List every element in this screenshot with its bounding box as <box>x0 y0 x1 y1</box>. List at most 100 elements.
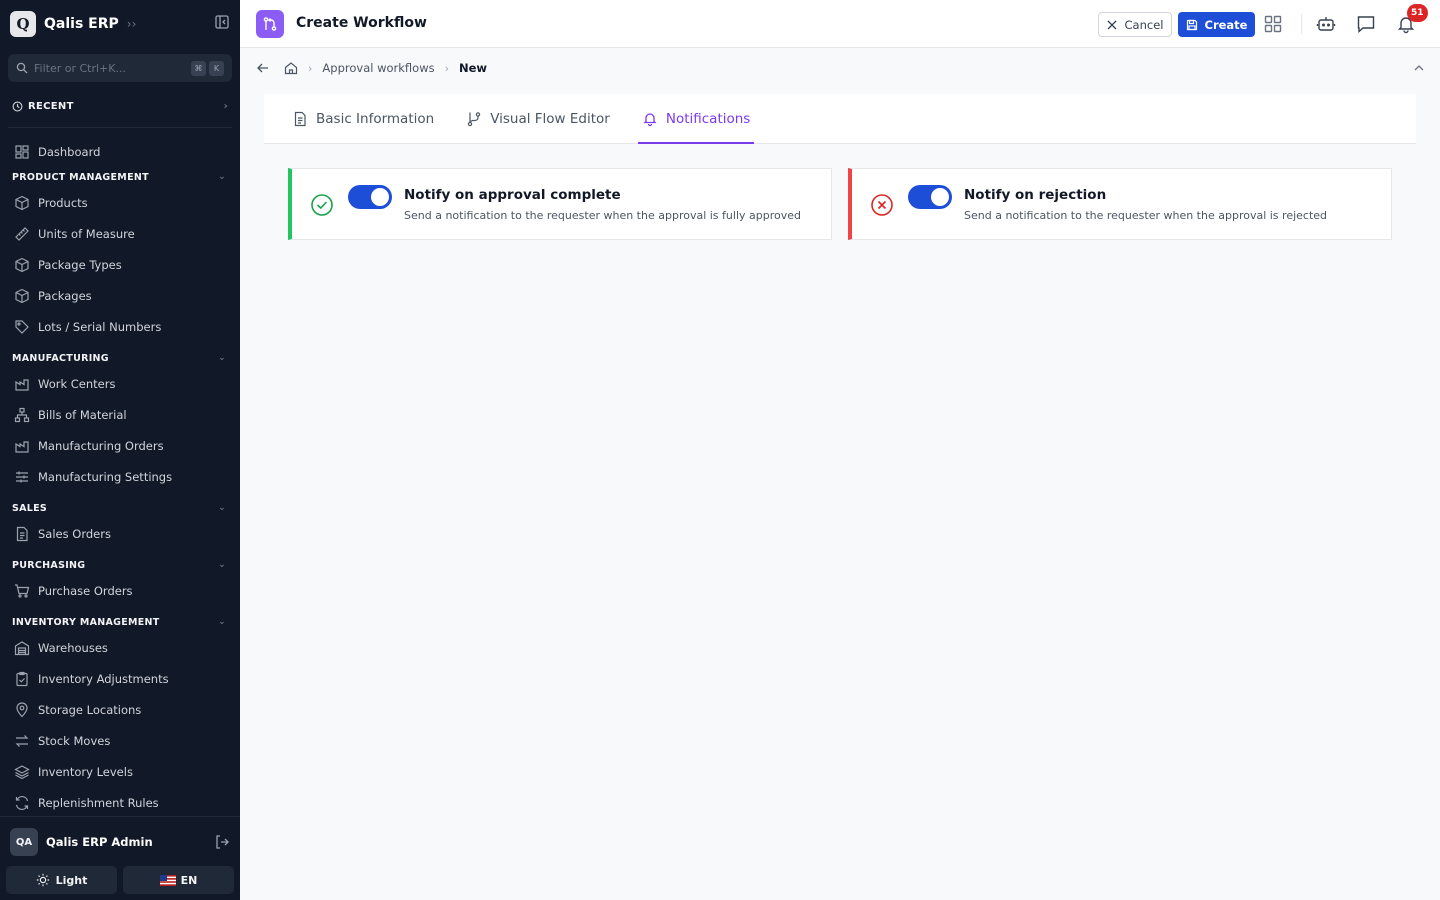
sidebar-item-inventory-adjustments[interactable]: Inventory Adjustments <box>0 663 240 694</box>
sidebar-item-manufacturing-orders[interactable]: Manufacturing Orders <box>0 430 240 461</box>
sidebar-collapse-icon[interactable] <box>214 14 230 30</box>
sidebar-item-work-centers[interactable]: Work Centers <box>0 368 240 399</box>
create-button[interactable]: Create <box>1178 12 1255 37</box>
form-tabs: Basic Information Visual Flow Editor Not… <box>264 94 1416 144</box>
sidebar-item-purchase-orders[interactable]: Purchase Orders <box>0 575 240 606</box>
user-profile[interactable]: QA Qalis ERP Admin <box>10 828 230 856</box>
chevron-up-icon[interactable] <box>1412 61 1426 75</box>
brand-logo: Q <box>10 11 36 37</box>
sidebar-item-label: Replenishment Rules <box>38 795 159 810</box>
sidebar-item-dashboard[interactable]: Dashboard <box>0 136 240 167</box>
recent-label: RECENT <box>28 100 74 112</box>
sidebar-item-label: Sales Orders <box>38 526 111 541</box>
sidebar-item-label: Manufacturing Orders <box>38 438 164 453</box>
sidebar-item-inventory-levels[interactable]: Inventory Levels <box>0 756 240 787</box>
card-title: Notify on rejection <box>964 187 1107 203</box>
notify-rejection-toggle[interactable] <box>908 185 952 209</box>
avatar: QA <box>10 828 38 856</box>
factory-icon <box>15 378 29 391</box>
theme-lang-row: Light EN <box>6 866 234 894</box>
user-bar: QA Qalis ERP Admin Light EN <box>0 816 240 900</box>
sidebar-item-bills-of-material[interactable]: Bills of Material <box>0 399 240 430</box>
layers-icon <box>14 764 30 779</box>
sidebar-item-label: Packages <box>38 288 92 303</box>
sliders-icon <box>16 471 28 482</box>
create-label: Create <box>1204 17 1248 32</box>
kbd-cmd: ⌘ <box>191 60 206 76</box>
sidebar-item-manufacturing-settings[interactable]: Manufacturing Settings <box>0 461 240 492</box>
ruler-icon <box>15 226 29 241</box>
section-purchasing[interactable]: PURCHASING ⌄ <box>0 555 240 575</box>
section-label: PURCHASING <box>12 559 86 571</box>
recent-toggle[interactable]: RECENT › <box>12 98 228 114</box>
tab-notifications[interactable]: Notifications <box>637 94 755 144</box>
sidebar-item-replenishment-rules[interactable]: Replenishment Rules <box>0 787 240 818</box>
tab-visual-flow-editor[interactable]: Visual Flow Editor <box>462 94 614 143</box>
brand-name: Qalis ERP <box>44 16 119 32</box>
sidebar-filter-input[interactable]: Filter or Ctrl+K... ⌘ K <box>8 54 232 82</box>
refresh-icon <box>15 795 29 810</box>
tab-label: Visual Flow Editor <box>490 110 610 127</box>
cancel-button[interactable]: Cancel <box>1098 12 1172 37</box>
sidebar: Q Qalis ERP ›› Filter or Ctrl+K... ⌘ K R… <box>0 0 240 900</box>
sidebar-item-stock-moves[interactable]: Stock Moves <box>0 725 240 756</box>
arrows-swap-icon <box>15 734 29 747</box>
sidebar-item-products[interactable]: Products <box>0 187 240 218</box>
hierarchy-icon <box>14 407 30 422</box>
section-manufacturing[interactable]: MANUFACTURING ⌄ <box>0 348 240 368</box>
apps-grid-icon[interactable] <box>1263 14 1283 34</box>
sidebar-item-package-types[interactable]: Package Types <box>0 249 240 280</box>
sidebar-item-label: Dashboard <box>38 144 101 159</box>
breadcrumb-approval-workflows[interactable]: Approval workflows <box>322 61 434 75</box>
sidebar-nav: Dashboard PRODUCT MANAGEMENT ⌄ Products … <box>0 136 240 818</box>
chevron-down-icon: ⌄ <box>218 503 226 513</box>
chat-icon[interactable] <box>1356 14 1376 34</box>
brand[interactable]: Q Qalis ERP ›› <box>10 10 230 38</box>
sidebar-item-sales-orders[interactable]: Sales Orders <box>0 518 240 549</box>
sidebar-item-label: Package Types <box>38 257 122 272</box>
section-label: MANUFACTURING <box>12 352 109 364</box>
top-bar: Create Workflow Cancel Create 51 <box>240 0 1440 48</box>
sidebar-item-label: Warehouses <box>38 640 108 655</box>
sidebar-item-lots-serial-numbers[interactable]: Lots / Serial Numbers <box>0 311 240 342</box>
clipboard-check-icon <box>16 671 28 686</box>
sidebar-item-warehouses[interactable]: Warehouses <box>0 632 240 663</box>
chevron-down-icon: ⌄ <box>218 560 226 570</box>
sidebar-item-label: Work Centers <box>38 376 116 391</box>
git-branch-icon <box>467 111 481 126</box>
chevron-down-icon: ⌄ <box>218 617 226 627</box>
home-icon[interactable] <box>284 61 298 75</box>
sidebar-item-units-of-measure[interactable]: Units of Measure <box>0 218 240 249</box>
map-pin-icon <box>16 701 28 717</box>
box-icon <box>15 195 29 210</box>
section-label: PRODUCT MANAGEMENT <box>12 171 149 183</box>
chevron-right-icon: › <box>308 61 313 75</box>
sidebar-item-packages[interactable]: Packages <box>0 280 240 311</box>
tab-basic-information[interactable]: Basic Information <box>288 94 438 143</box>
card-description: Send a notification to the requester whe… <box>404 209 801 222</box>
chevron-down-icon: ⌄ <box>218 353 226 363</box>
dashboard-icon <box>15 144 29 159</box>
save-icon <box>1186 19 1197 30</box>
language-button[interactable]: EN <box>123 866 234 894</box>
logout-icon[interactable] <box>214 834 230 850</box>
box-icon <box>15 288 29 303</box>
notify-approval-toggle[interactable] <box>348 185 392 209</box>
bot-icon[interactable] <box>1316 14 1336 34</box>
theme-label: Light <box>55 873 88 887</box>
breadcrumb: › Approval workflows › New <box>256 58 1426 78</box>
divider <box>1301 14 1302 34</box>
x-circle-icon <box>871 194 893 216</box>
section-sales[interactable]: SALES ⌄ <box>0 498 240 518</box>
section-product-management[interactable]: PRODUCT MANAGEMENT ⌄ <box>0 167 240 187</box>
sidebar-item-label: Inventory Adjustments <box>38 671 169 686</box>
warehouse-icon <box>14 640 30 655</box>
section-inventory-management[interactable]: INVENTORY MANAGEMENT ⌄ <box>0 612 240 632</box>
theme-toggle-button[interactable]: Light <box>6 866 117 894</box>
back-arrow-icon[interactable] <box>256 61 270 75</box>
sidebar-item-label: Products <box>38 195 88 210</box>
sidebar-item-storage-locations[interactable]: Storage Locations <box>0 694 240 725</box>
box-icon <box>15 257 29 272</box>
notify-rejection-card: Notify on rejection Send a notification … <box>848 168 1392 240</box>
tab-label: Basic Information <box>316 110 435 127</box>
